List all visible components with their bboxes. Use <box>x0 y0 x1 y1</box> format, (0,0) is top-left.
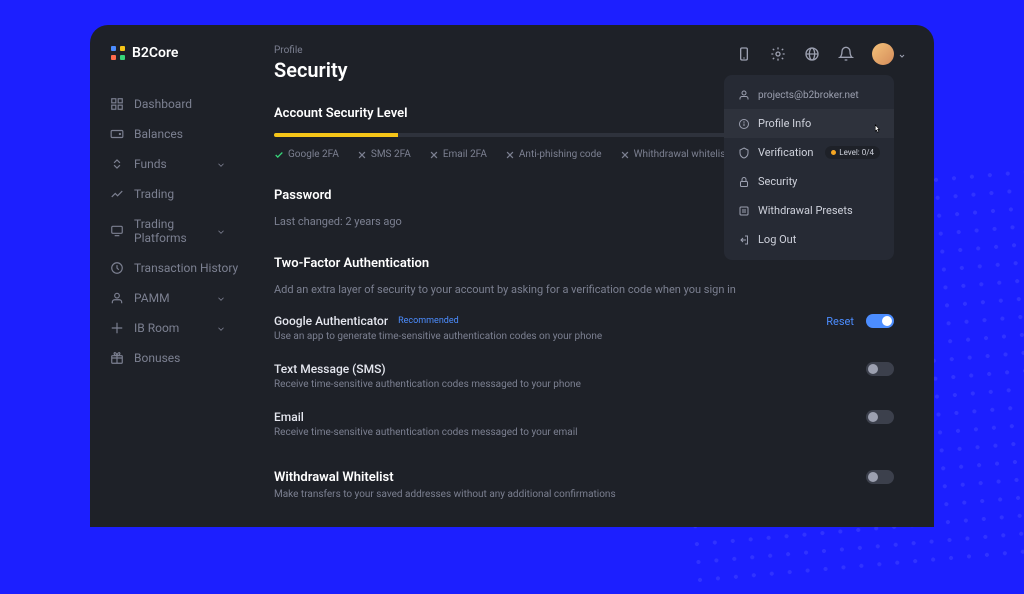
sidebar-item-pamm[interactable]: PAMM <box>110 283 250 313</box>
recommended-badge: Recommended <box>398 316 459 326</box>
level-dot-icon <box>831 150 836 155</box>
platform-icon <box>110 224 124 238</box>
chevron-down-icon <box>898 45 906 64</box>
dashboard-icon <box>110 97 124 111</box>
sidebar-item-transaction-history[interactable]: Transaction History <box>110 253 250 283</box>
dropdown-email: projects@b2broker.net <box>724 81 894 109</box>
ib-icon <box>110 321 124 335</box>
toggle-google-2fa[interactable] <box>866 314 894 328</box>
logo-icon <box>110 45 126 61</box>
transfer-icon <box>110 157 124 171</box>
nav-label: Bonuses <box>134 351 180 365</box>
main-content: Profile Security Account Security Level … <box>250 25 934 527</box>
twofa-method-desc: Use an app to generate time-sensitive au… <box>274 331 826 342</box>
mobile-icon[interactable] <box>736 46 752 62</box>
twofa-google: Google Authenticator Recommended Use an … <box>274 314 894 342</box>
nav-label: PAMM <box>134 291 170 305</box>
sidebar-item-trading-platforms[interactable]: Trading Platforms <box>110 209 250 253</box>
sidebar-item-funds[interactable]: Funds <box>110 149 250 179</box>
profile-dropdown: projects@b2broker.net Profile Info Verif… <box>724 75 894 260</box>
reset-link[interactable]: Reset <box>826 315 854 328</box>
sidebar: B2Core Dashboard Balances Funds Trading … <box>90 25 250 527</box>
sidebar-item-bonuses[interactable]: Bonuses <box>110 343 250 373</box>
nav-label: Trading Platforms <box>134 217 206 245</box>
dropdown-security[interactable]: Security <box>724 167 894 196</box>
sidebar-item-ib-room[interactable]: IB Room <box>110 313 250 343</box>
toggle-sms-2fa[interactable] <box>866 362 894 376</box>
toggle-withdrawal-whitelist[interactable] <box>866 470 894 484</box>
preset-icon <box>738 205 750 217</box>
twofa-sms: Text Message (SMS) Receive time-sensitiv… <box>274 362 894 390</box>
chevron-down-icon <box>216 226 226 236</box>
nav-label: Balances <box>134 127 183 141</box>
twofa-method-name: Google Authenticator <box>274 314 388 328</box>
progress-fill <box>274 133 398 137</box>
twofa-method-desc: Receive time-sensitive authentication co… <box>274 379 866 390</box>
history-icon <box>110 261 124 275</box>
shield-icon <box>738 147 750 159</box>
check-sms-2fa: SMS 2FA <box>357 149 411 160</box>
nav-label: Funds <box>134 157 167 171</box>
check-email-2fa: Email 2FA <box>429 149 487 160</box>
nav-label: Dashboard <box>134 97 192 111</box>
bell-icon[interactable] <box>838 46 854 62</box>
check-antiphishing: Anti-phishing code <box>505 149 602 160</box>
x-icon <box>620 150 630 160</box>
bonus-icon <box>110 351 124 365</box>
twofa-method-desc: Receive time-sensitive authentication co… <box>274 427 866 438</box>
sidebar-item-dashboard[interactable]: Dashboard <box>110 89 250 119</box>
app-window: B2Core Dashboard Balances Funds Trading … <box>90 25 934 527</box>
dropdown-verification[interactable]: Verification Level: 0/4 <box>724 138 894 167</box>
withdrawal-whitelist-section: Withdrawal Whitelist Make transfers to y… <box>274 470 894 500</box>
chevron-down-icon <box>216 159 226 169</box>
sidebar-item-trading[interactable]: Trading <box>110 179 250 209</box>
x-icon <box>357 150 367 160</box>
level-badge: Level: 0/4 <box>825 146 880 159</box>
whitelist-desc: Make transfers to your saved addresses w… <box>274 489 866 500</box>
twofa-email: Email Receive time-sensitive authenticat… <box>274 410 894 438</box>
brand-logo[interactable]: B2Core <box>110 45 250 61</box>
globe-icon[interactable] <box>804 46 820 62</box>
toggle-email-2fa[interactable] <box>866 410 894 424</box>
chevron-down-icon <box>216 293 226 303</box>
info-icon <box>738 118 750 130</box>
dropdown-logout[interactable]: Log Out <box>724 225 894 254</box>
nav-label: Trading <box>134 187 174 201</box>
check-icon <box>274 150 284 160</box>
check-google-2fa: Google 2FA <box>274 149 339 160</box>
gear-icon[interactable] <box>770 46 786 62</box>
nav-label: Transaction History <box>134 261 238 275</box>
logout-icon <box>738 234 750 246</box>
nav-label: IB Room <box>134 321 179 335</box>
topbar <box>736 43 894 65</box>
password-title: Password <box>274 188 402 203</box>
password-last-changed: Last changed: 2 years ago <box>274 215 402 228</box>
dropdown-profile-info[interactable]: Profile Info <box>724 109 894 138</box>
lock-icon <box>738 176 750 188</box>
pamm-icon <box>110 291 124 305</box>
user-icon <box>738 89 750 101</box>
twofa-method-name: Text Message (SMS) <box>274 362 386 376</box>
chart-icon <box>110 187 124 201</box>
avatar[interactable] <box>872 43 894 65</box>
whitelist-title: Withdrawal Whitelist <box>274 470 866 485</box>
twofa-method-name: Email <box>274 410 304 424</box>
x-icon <box>429 150 439 160</box>
sidebar-item-balances[interactable]: Balances <box>110 119 250 149</box>
x-icon <box>505 150 515 160</box>
dropdown-withdrawal-presets[interactable]: Withdrawal Presets <box>724 196 894 225</box>
brand-text: B2Core <box>132 45 178 61</box>
check-withdrawal-whitelist: Whithdrawal whitelist <box>620 149 729 160</box>
chevron-down-icon <box>216 323 226 333</box>
twofa-subtitle: Add an extra layer of security to your a… <box>274 283 894 296</box>
wallet-icon <box>110 127 124 141</box>
